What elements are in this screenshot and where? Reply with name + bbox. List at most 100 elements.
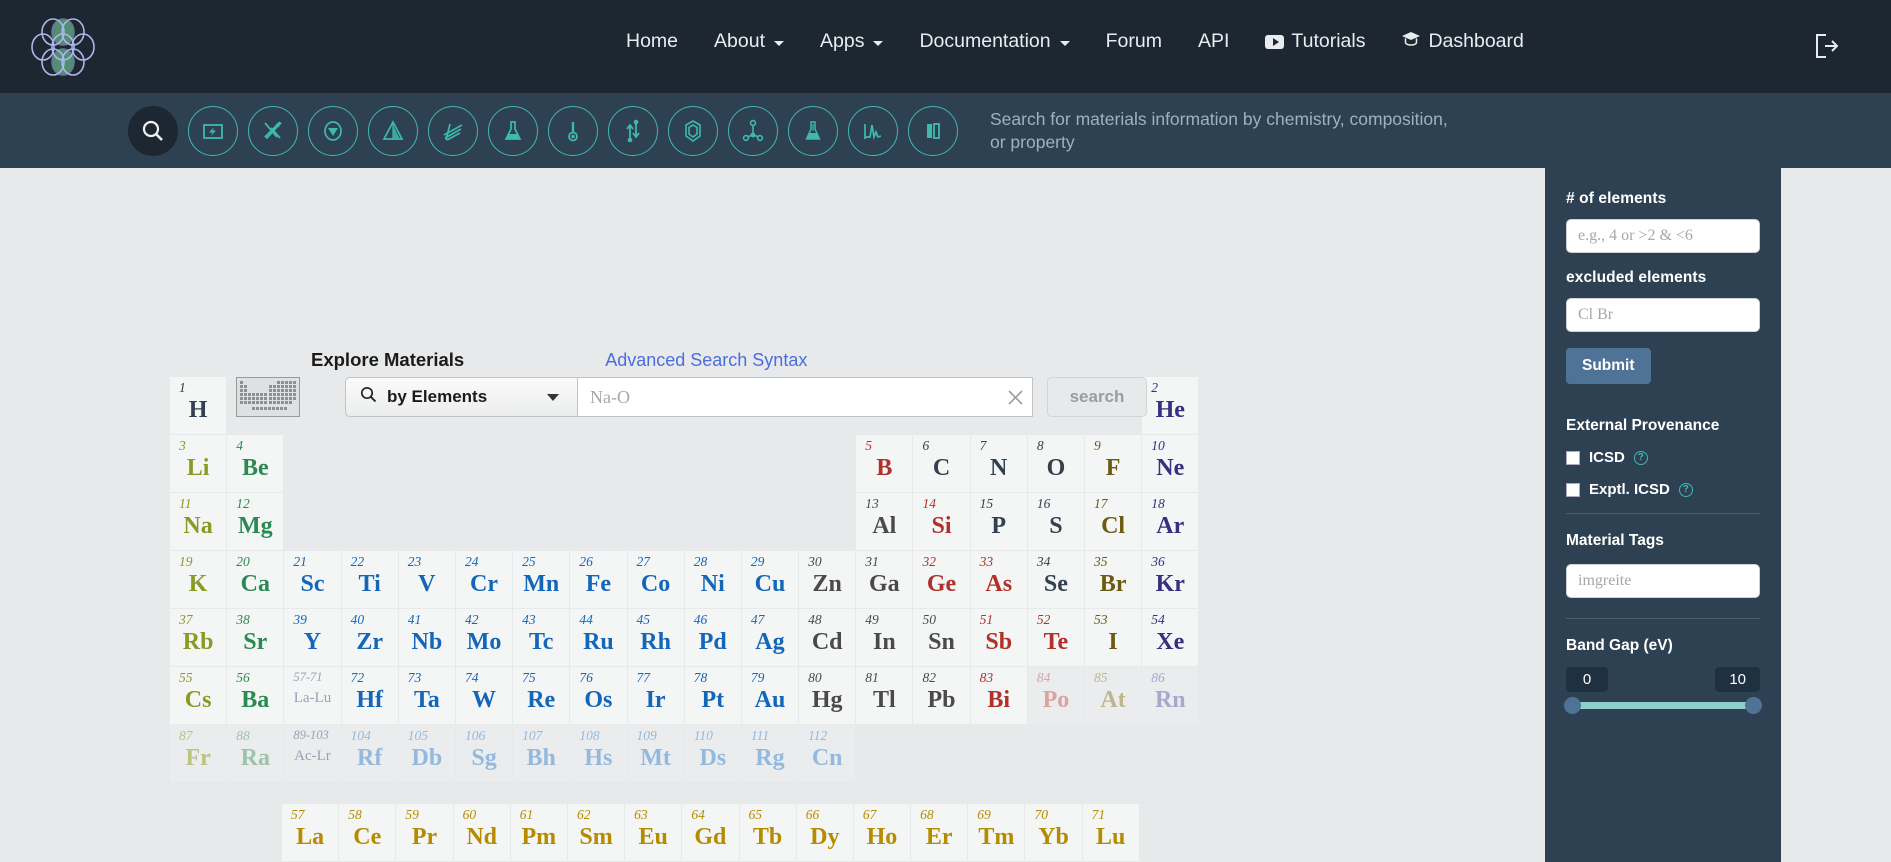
element-Kr[interactable]: 36 Kr: [1142, 551, 1199, 608]
element-Cs[interactable]: 55 Cs: [170, 667, 227, 724]
thermometer-icon[interactable]: [548, 105, 598, 156]
advanced-search-syntax-link[interactable]: Advanced Search Syntax: [605, 350, 807, 371]
element-Hf[interactable]: 72 Hf: [341, 667, 398, 724]
element-Re[interactable]: 75 Re: [513, 667, 570, 724]
element-Ba[interactable]: 56 Ba: [227, 667, 284, 724]
element-Ni[interactable]: 28 Ni: [684, 551, 741, 608]
element-Cd[interactable]: 48 Cd: [799, 609, 856, 666]
element-Sn[interactable]: 50 Sn: [913, 609, 970, 666]
element-Ga[interactable]: 31 Ga: [856, 551, 913, 608]
element-Sr[interactable]: 38 Sr: [227, 609, 284, 666]
material-tags-input[interactable]: [1566, 564, 1760, 598]
element-Br[interactable]: 35 Br: [1085, 551, 1142, 608]
element-Zn[interactable]: 30 Zn: [799, 551, 856, 608]
clear-x-icon[interactable]: [1002, 384, 1028, 410]
element-Ir[interactable]: 77 Ir: [627, 667, 684, 724]
phase-diagram-icon[interactable]: [308, 105, 358, 156]
nav-item-tutorials[interactable]: Tutorials: [1247, 24, 1383, 59]
element-Pm[interactable]: 61 Pm: [510, 804, 567, 861]
element-Nb[interactable]: 41 Nb: [398, 609, 455, 666]
element-Nd[interactable]: 60 Nd: [453, 804, 510, 861]
element-Rh[interactable]: 45 Rh: [627, 609, 684, 666]
molecules-icon[interactable]: [728, 105, 778, 156]
pourbaix-icon[interactable]: [368, 105, 418, 156]
element-Mn[interactable]: 25 Mn: [513, 551, 570, 608]
exptl-icsd-checkbox[interactable]: [1566, 482, 1580, 497]
nav-item-dashboard[interactable]: Dashboard: [1383, 24, 1541, 59]
element-Be[interactable]: 4 Be: [227, 435, 284, 492]
search-icon[interactable]: [128, 105, 178, 156]
element-Si[interactable]: 14 Si: [913, 493, 970, 550]
crystal-icon[interactable]: [668, 105, 718, 156]
battery-explorer-icon[interactable]: [188, 105, 238, 156]
element-Sc[interactable]: 21 Sc: [284, 551, 341, 608]
element-Pr[interactable]: 59 Pr: [396, 804, 453, 861]
element-Rb[interactable]: 37 Rb: [170, 609, 227, 666]
nav-item-home[interactable]: Home: [608, 24, 696, 59]
nav-item-forum[interactable]: Forum: [1088, 24, 1180, 59]
xas-icon[interactable]: [428, 105, 478, 156]
element-Ne[interactable]: 10 Ne: [1142, 435, 1199, 492]
element-Zr[interactable]: 40 Zr: [341, 609, 398, 666]
element-Er[interactable]: 68 Er: [911, 804, 968, 861]
periodic-table-toggle[interactable]: [236, 377, 300, 417]
element-O[interactable]: 8O: [1027, 435, 1084, 492]
band-gap-max-value[interactable]: 10: [1715, 667, 1760, 692]
element-F[interactable]: 9F: [1085, 435, 1142, 492]
num-elements-input[interactable]: [1566, 219, 1760, 253]
icsd-checkbox[interactable]: [1566, 450, 1580, 465]
element-I[interactable]: 53 I: [1085, 609, 1142, 666]
synthesis-icon[interactable]: [788, 105, 838, 156]
interfaces-icon[interactable]: [908, 105, 958, 156]
element-B[interactable]: 5B: [856, 435, 913, 492]
element-Mo[interactable]: 42 Mo: [455, 609, 513, 666]
logout-icon[interactable]: [1813, 32, 1839, 60]
element-Ag[interactable]: 47 Ag: [741, 609, 799, 666]
reaction-icon[interactable]: [608, 105, 658, 156]
element-Al[interactable]: 13 Al: [856, 493, 913, 550]
checkbox-row-exptl-icsd[interactable]: Exptl. ICSD ?: [1566, 481, 1760, 498]
element-Lu[interactable]: 71 Lu: [1082, 804, 1139, 861]
element-Dy[interactable]: 66 Dy: [796, 804, 853, 861]
element-As[interactable]: 33 As: [970, 551, 1027, 608]
materials-project-logo[interactable]: [26, 14, 102, 80]
element-Y[interactable]: 39 Y: [284, 609, 341, 666]
element-Ta[interactable]: 73 Ta: [398, 667, 455, 724]
element-Tb[interactable]: 65 Tb: [739, 804, 796, 861]
nav-item-documentation[interactable]: Documentation: [901, 24, 1087, 59]
element-Cr[interactable]: 24 Cr: [455, 551, 513, 608]
element-H[interactable]: 1H: [170, 377, 227, 434]
element-Ca[interactable]: 20 Ca: [227, 551, 284, 608]
element-Sm[interactable]: 62 Sm: [567, 804, 625, 861]
element-Tc[interactable]: 43 Tc: [513, 609, 570, 666]
band-gap-slider[interactable]: [1564, 697, 1762, 714]
element-Hg[interactable]: 80 Hg: [799, 667, 856, 724]
element-Yb[interactable]: 70 Yb: [1025, 804, 1082, 861]
element-Na[interactable]: 11 Na: [170, 493, 227, 550]
element-Xe[interactable]: 54 Xe: [1142, 609, 1199, 666]
element-Os[interactable]: 76 Os: [570, 667, 627, 724]
element-Sb[interactable]: 51 Sb: [970, 609, 1027, 666]
element-La[interactable]: 57 La: [282, 804, 339, 861]
element-Bi[interactable]: 83 Bi: [970, 667, 1027, 724]
band-gap-slider-max-knob[interactable]: [1745, 697, 1762, 714]
element-Ti[interactable]: 22 Ti: [341, 551, 398, 608]
element-Ar[interactable]: 18 Ar: [1142, 493, 1199, 550]
band-gap-min-value[interactable]: 0: [1566, 667, 1608, 692]
submit-button[interactable]: Submit: [1566, 348, 1651, 384]
element-In[interactable]: 49 In: [856, 609, 913, 666]
search-input[interactable]: [578, 377, 1033, 417]
nav-item-about[interactable]: About: [696, 24, 802, 59]
element-Pt[interactable]: 78 Pt: [684, 667, 741, 724]
tools-icon[interactable]: [248, 105, 298, 156]
element-Co[interactable]: 27 Co: [627, 551, 684, 608]
search-type-select[interactable]: by Elements: [345, 377, 578, 417]
element-Pb[interactable]: 82 Pb: [913, 667, 970, 724]
nav-item-api[interactable]: API: [1180, 24, 1247, 59]
element-Cu[interactable]: 29 Cu: [741, 551, 799, 608]
element-S[interactable]: 16 S: [1027, 493, 1084, 550]
element-Fe[interactable]: 26 Fe: [570, 551, 627, 608]
help-icon[interactable]: ?: [1678, 482, 1693, 497]
search-button[interactable]: search: [1047, 377, 1147, 417]
element-K[interactable]: 19 K: [170, 551, 227, 608]
